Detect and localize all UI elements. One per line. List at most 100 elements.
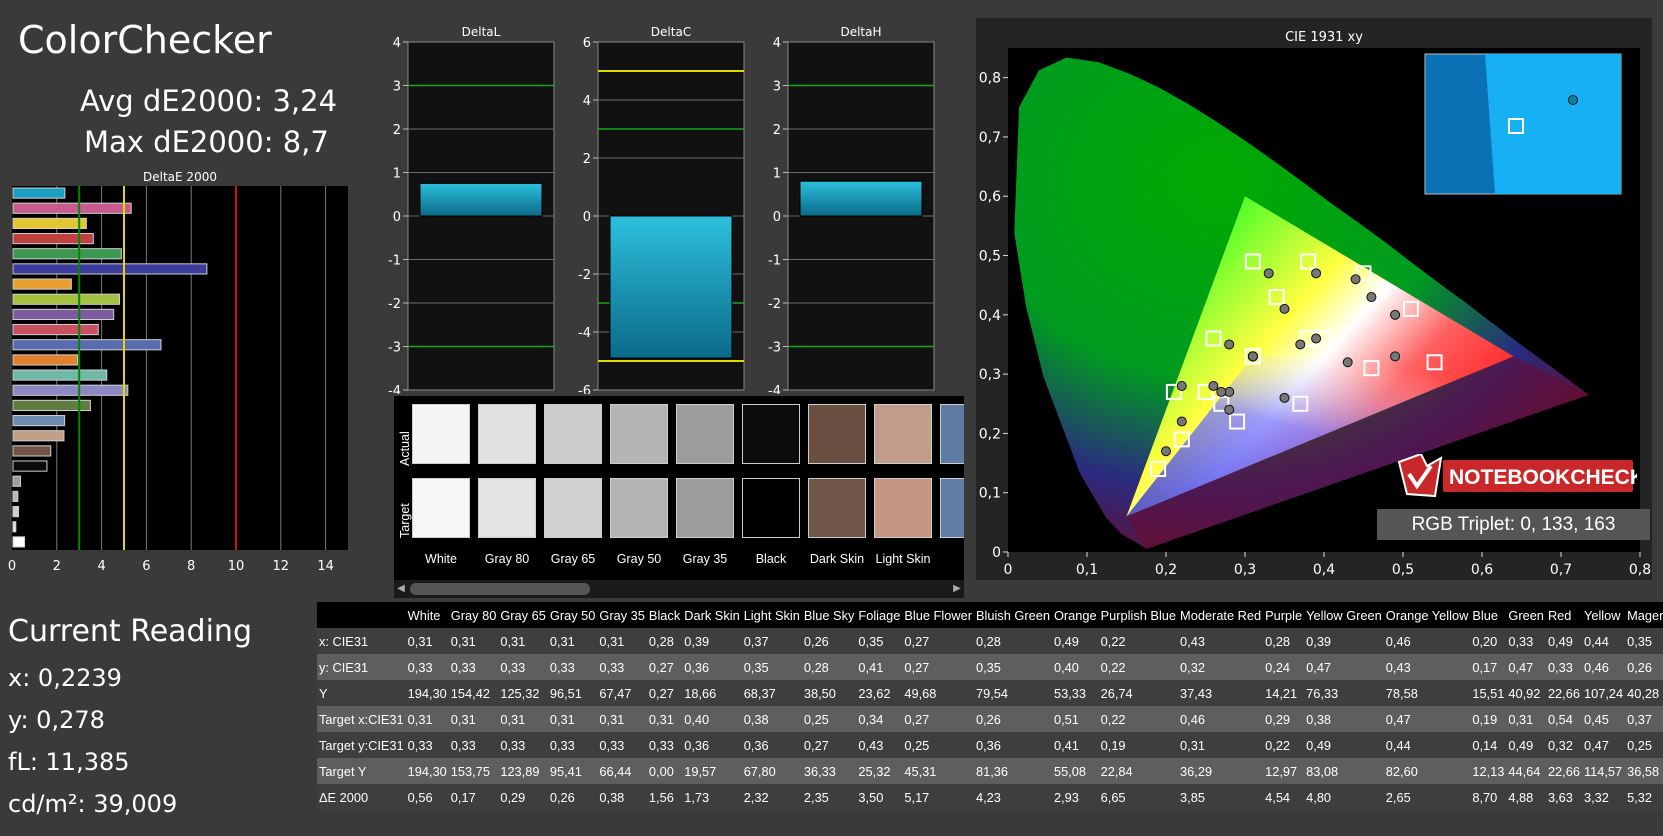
swatch-label: Dark Skin: [809, 552, 865, 566]
cie-inset-actual-point: [1568, 95, 1578, 105]
deltah-y-tick: 0: [773, 210, 781, 225]
table-cell: 0,29: [498, 784, 548, 810]
swatch-column: White: [412, 404, 476, 580]
table-cell: 0,28: [801, 654, 857, 680]
table-cell: 0,31: [448, 628, 499, 654]
table-cell: 0,40: [682, 706, 742, 732]
deltah-y-tick: 3: [773, 80, 781, 95]
cie-y-tick: 0,3: [979, 367, 1001, 383]
table-cell: 0,28: [646, 628, 683, 654]
horizontal-scrollbar[interactable]: ◀ ▶: [394, 580, 964, 598]
avg-de2000: Avg dE2000: 3,24: [80, 84, 338, 118]
cie-title: CIE 1931 xy: [1285, 30, 1363, 45]
max-de2000: Max dE2000: 8,7: [84, 125, 329, 159]
swatch-column: Gray 65: [544, 404, 608, 580]
swatch-target: [610, 478, 668, 538]
table-header-cell: Magenta: [1625, 602, 1663, 628]
table-cell: 0,35: [741, 654, 802, 680]
cie-actual-point: [1350, 274, 1361, 285]
swatch-column: [940, 404, 964, 580]
deltac-y-tick: -6: [578, 384, 591, 394]
deltae-x-tick: 6: [142, 559, 150, 574]
table-row: Y 194,30 154,42 125,32 96,51 67,47 0,27 18,66 68…: [317, 680, 1663, 706]
table-cell: 0,36: [682, 654, 742, 680]
scrollbar-thumb[interactable]: [410, 583, 590, 595]
scroll-right-icon[interactable]: ▶: [950, 583, 964, 595]
table-cell: 0,28: [973, 628, 1052, 654]
table-cell: 3,85: [1178, 784, 1264, 810]
table-header-cell: Blue: [1470, 602, 1507, 628]
cie-x-tick: 0: [1004, 562, 1013, 578]
table-header-cell: Green: [1506, 602, 1546, 628]
deltae-bar-yellow-green: [12, 293, 121, 305]
table-row: ΔE 2000 0,56 0,17 0,29 0,26 0,38 1,56 1,73 2,32 2…: [317, 784, 1663, 810]
table-cell: 0,26: [1625, 654, 1663, 680]
actual-label: Actual: [398, 431, 412, 466]
table-cell: 0,37: [1625, 706, 1663, 732]
cie-actual-point: [1176, 380, 1187, 391]
table-cell: 22,66: [1545, 758, 1582, 784]
table-cell: 0,51: [1051, 706, 1099, 732]
deltae-x-tick: 10: [228, 559, 245, 574]
table-cell: ΔE 2000: [317, 784, 406, 810]
rgb-triplet: RGB Triplet: 0, 133, 163: [1377, 509, 1650, 540]
table-cell: 0,33: [1545, 654, 1582, 680]
cie-actual-point: [1311, 268, 1322, 279]
table-cell: 0,32: [1178, 654, 1264, 680]
table-cell: 2,32: [741, 784, 802, 810]
deltac-title: DeltaC: [651, 25, 691, 39]
cie-actual-point: [1366, 292, 1377, 303]
table-header-cell: Gray 35: [597, 602, 647, 628]
table-header-cell: Purplish Blue: [1098, 602, 1179, 628]
table-cell: 1,73: [682, 784, 742, 810]
table-cell: 0,34: [856, 706, 903, 732]
deltae-2000-chart: DeltaE 2000 0 2 4 6 8 10 12 14: [8, 170, 348, 574]
table-cell: 26,74: [1098, 680, 1179, 706]
deltah-title: DeltaH: [840, 25, 881, 39]
table-cell: 36,58: [1625, 758, 1663, 784]
deltah-y-tick: -2: [768, 297, 781, 312]
table-cell: 79,54: [973, 680, 1052, 706]
table-cell: 0,33: [405, 732, 449, 758]
table-cell: 0,38: [741, 706, 802, 732]
table-cell: 0,36: [973, 732, 1052, 758]
table-cell: 0,35: [1625, 628, 1663, 654]
table-row: y: CIE31 0,33 0,33 0,33 0,33 0,33 0,27 0,36 0,35…: [317, 654, 1663, 680]
deltae-title: DeltaE 2000: [143, 170, 217, 184]
table-header-cell: Blue Sky: [801, 602, 857, 628]
table-cell: 22,66: [1545, 680, 1582, 706]
table-cell: 154,42: [448, 680, 499, 706]
swatch-target: [478, 478, 536, 538]
table-header-cell: Light Skin: [741, 602, 802, 628]
table-cell: 40,92: [1506, 680, 1546, 706]
table-cell: 0,27: [902, 654, 974, 680]
table-cell: 0,27: [646, 654, 683, 680]
table-cell: 0,22: [1098, 628, 1179, 654]
table-cell: 0,33: [597, 732, 647, 758]
cie-x-tick: 0,6: [1471, 562, 1493, 578]
cie-actual-point: [1295, 339, 1306, 350]
deltac-y-tick: 4: [583, 94, 591, 109]
deltal-bar: [419, 182, 543, 217]
table-cell: 0,33: [405, 654, 449, 680]
table-cell: 0,31: [498, 706, 548, 732]
swatch-target: [676, 478, 734, 538]
cie-actual-point: [1247, 351, 1258, 362]
table-cell: 0,29: [1263, 706, 1305, 732]
table-cell: 0,28: [1263, 628, 1305, 654]
table-cell: 0,47: [1383, 706, 1471, 732]
swatch-column: Black: [742, 404, 806, 580]
deltal-y-tick: -2: [388, 297, 401, 312]
deltae-bar-gray-65: [12, 506, 19, 518]
table-cell: 0,47: [1304, 654, 1384, 680]
scroll-left-icon[interactable]: ◀: [394, 583, 408, 595]
deltae-x-tick: 12: [273, 559, 290, 574]
swatch-actual: [742, 404, 800, 464]
deltah-y-tick: 1: [773, 167, 781, 182]
current-reading-title: Current Reading: [8, 614, 252, 649]
table-cell: 22,84: [1098, 758, 1179, 784]
table-header-cell: Dark Skin: [682, 602, 742, 628]
table-cell: 0,46: [1581, 654, 1626, 680]
table-cell: 0,22: [1098, 654, 1179, 680]
swatch-column: Dark Skin: [808, 404, 872, 580]
